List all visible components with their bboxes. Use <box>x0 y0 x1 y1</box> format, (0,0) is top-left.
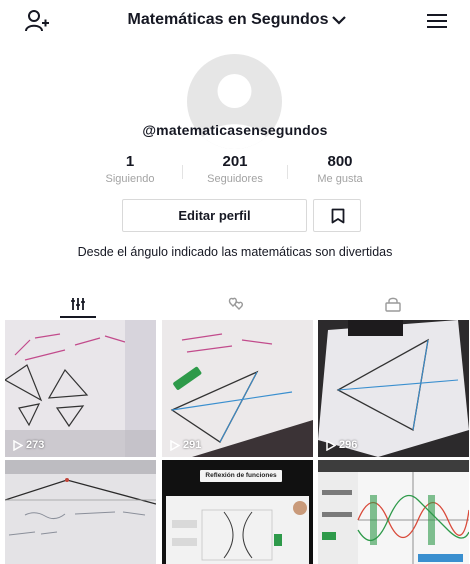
profile-tabs <box>0 291 470 319</box>
favorites-button[interactable] <box>313 199 361 232</box>
username: @matematicasensegundos <box>142 122 328 138</box>
view-count: 273 <box>13 439 44 451</box>
play-icon <box>13 439 23 451</box>
active-tab-indicator <box>60 316 96 318</box>
play-icon <box>326 439 336 451</box>
video-thumbnail-image <box>318 460 469 564</box>
likes-count: 800 <box>327 153 353 170</box>
private-lock-icon <box>385 297 401 312</box>
video-overlay-title: Reflexión de funciones <box>200 470 282 482</box>
view-count-value: 296 <box>339 439 358 451</box>
followers-stat[interactable]: 201 Seguidores <box>185 153 285 185</box>
video-thumbnail[interactable]: 291 <box>162 320 313 457</box>
account-switcher[interactable]: Matemáticas en Segundos <box>112 8 362 32</box>
edit-profile-button[interactable]: Editar perfil <box>122 199 307 232</box>
top-bar: Matemáticas en Segundos <box>0 0 470 40</box>
followers-count: 201 <box>222 153 248 170</box>
likes-stat[interactable]: 800 Me gusta <box>290 153 390 185</box>
profile-stats: 1 Siguiendo 201 Seguidores 800 Me gusta <box>80 153 390 191</box>
following-stat[interactable]: 1 Siguiendo <box>80 153 180 185</box>
bookmark-icon <box>331 208 345 224</box>
video-grid: 273 291 296 Reflexión de funciones <box>5 320 469 564</box>
likes-label: Me gusta <box>317 173 363 185</box>
view-count: 291 <box>170 439 201 451</box>
videos-grid-icon <box>71 298 85 310</box>
video-thumbnail[interactable] <box>318 460 469 564</box>
following-label: Siguiendo <box>105 173 155 185</box>
play-icon <box>170 439 180 451</box>
tab-videos[interactable] <box>0 291 156 319</box>
tab-private[interactable] <box>314 291 470 319</box>
add-user-icon[interactable] <box>24 9 50 33</box>
view-count-value: 273 <box>26 439 45 451</box>
video-thumbnail-image <box>318 320 469 457</box>
video-thumbnail[interactable]: 273 <box>5 320 156 457</box>
view-count-value: 291 <box>183 439 202 451</box>
profile-title: Matemáticas en Segundos <box>127 11 329 28</box>
video-thumbnail[interactable]: 296 <box>318 320 469 457</box>
stat-divider <box>287 165 288 179</box>
video-thumbnail[interactable]: Reflexión de funciones <box>162 460 313 564</box>
followers-label: Seguidores <box>207 173 263 185</box>
view-count: 296 <box>326 439 357 451</box>
stat-divider <box>182 165 183 179</box>
chevron-down-icon <box>332 16 347 25</box>
profile-bio: Desde el ángulo indicado las matemáticas… <box>77 245 393 259</box>
video-thumbnail-image <box>162 320 313 457</box>
video-thumbnail[interactable] <box>5 460 156 564</box>
menu-icon[interactable] <box>425 12 449 30</box>
video-thumbnail-image <box>5 460 156 564</box>
tab-liked[interactable] <box>157 291 313 319</box>
liked-hearts-icon <box>228 297 243 310</box>
video-thumbnail-image <box>5 320 156 457</box>
following-count: 1 <box>125 153 135 170</box>
